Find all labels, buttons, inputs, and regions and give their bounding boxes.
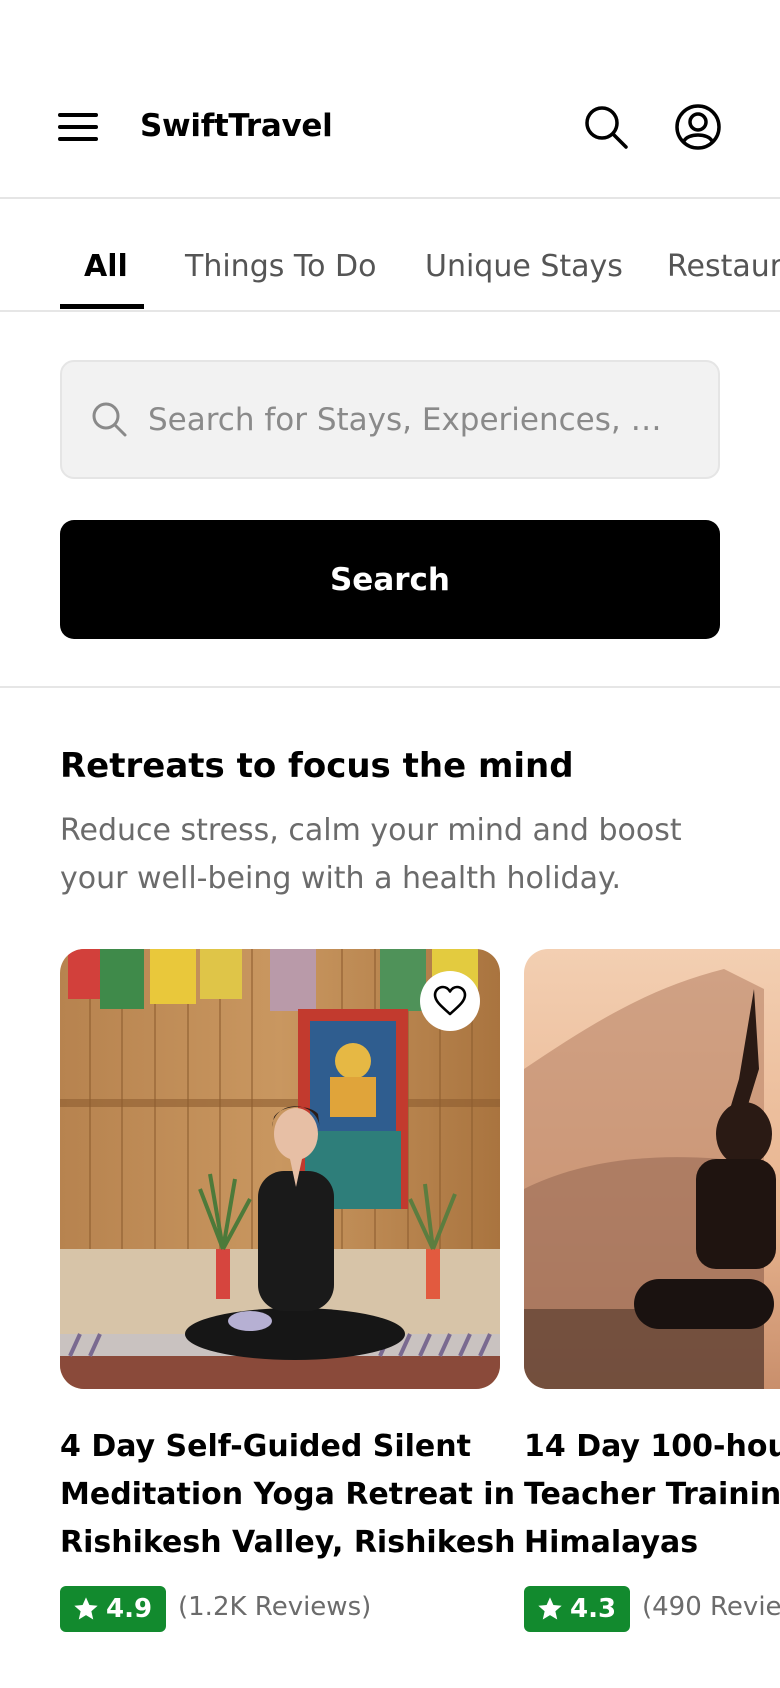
retreat-carousel: 4 Day Self-Guided Silent Meditation Yoga… (60, 949, 780, 1649)
menu-line (58, 125, 98, 129)
menu-line (58, 113, 98, 117)
heart-outline-icon[interactable] (420, 971, 480, 1031)
category-tabs: All Things To Do Unique Stays Restaurant… (0, 201, 780, 312)
title-line: Teacher Training in the (524, 1477, 780, 1512)
review-count: (490 Reviews) (642, 1592, 780, 1622)
rating-badge: 4.9 (60, 1586, 166, 1632)
app-header: SwiftTravel (0, 0, 780, 199)
rating-badge: 4.3 (524, 1586, 630, 1632)
retreat-title: 4 Day Self-Guided Silent Meditation Yoga… (60, 1423, 520, 1567)
rating-value: 4.9 (106, 1594, 153, 1624)
section-description: Reduce stress, calm your mind and boost … (60, 813, 682, 896)
hamburger-menu-icon[interactable] (58, 111, 100, 145)
tab-restaurants[interactable]: Restaurants (667, 249, 780, 284)
search-field-icon (92, 402, 127, 437)
tab-things-to-do[interactable]: Things To Do (185, 249, 376, 284)
title-line: 14 Day 100-hour Meditation (524, 1429, 780, 1464)
search-button[interactable]: Search (60, 520, 720, 639)
menu-line (58, 137, 98, 141)
star-icon (538, 1597, 562, 1620)
retreat-title: 14 Day 100-hour Meditation Teacher Train… (524, 1423, 780, 1567)
search-box (60, 360, 720, 479)
section-title: Retreats to focus the mind (60, 746, 574, 786)
user-profile-icon[interactable] (674, 103, 722, 151)
tab-all[interactable]: All (84, 249, 128, 284)
section-divider (0, 686, 780, 688)
search-icon[interactable] (582, 103, 630, 151)
rating-value: 4.3 (570, 1594, 617, 1624)
title-line: Himalayas (524, 1525, 699, 1560)
star-icon (74, 1597, 98, 1620)
active-tab-indicator (60, 304, 144, 309)
app-title: SwiftTravel (140, 108, 333, 144)
retreat-photo-yoga (524, 949, 780, 1389)
search-input[interactable] (148, 392, 708, 448)
title-line: Rishikesh Valley, Rishikesh (60, 1525, 516, 1560)
review-count: (1.2K Reviews) (178, 1592, 372, 1622)
title-line: Meditation Yoga Retreat in (60, 1477, 515, 1512)
tab-unique-stays[interactable]: Unique Stays (425, 249, 623, 284)
title-line: 4 Day Self-Guided Silent (60, 1429, 471, 1464)
